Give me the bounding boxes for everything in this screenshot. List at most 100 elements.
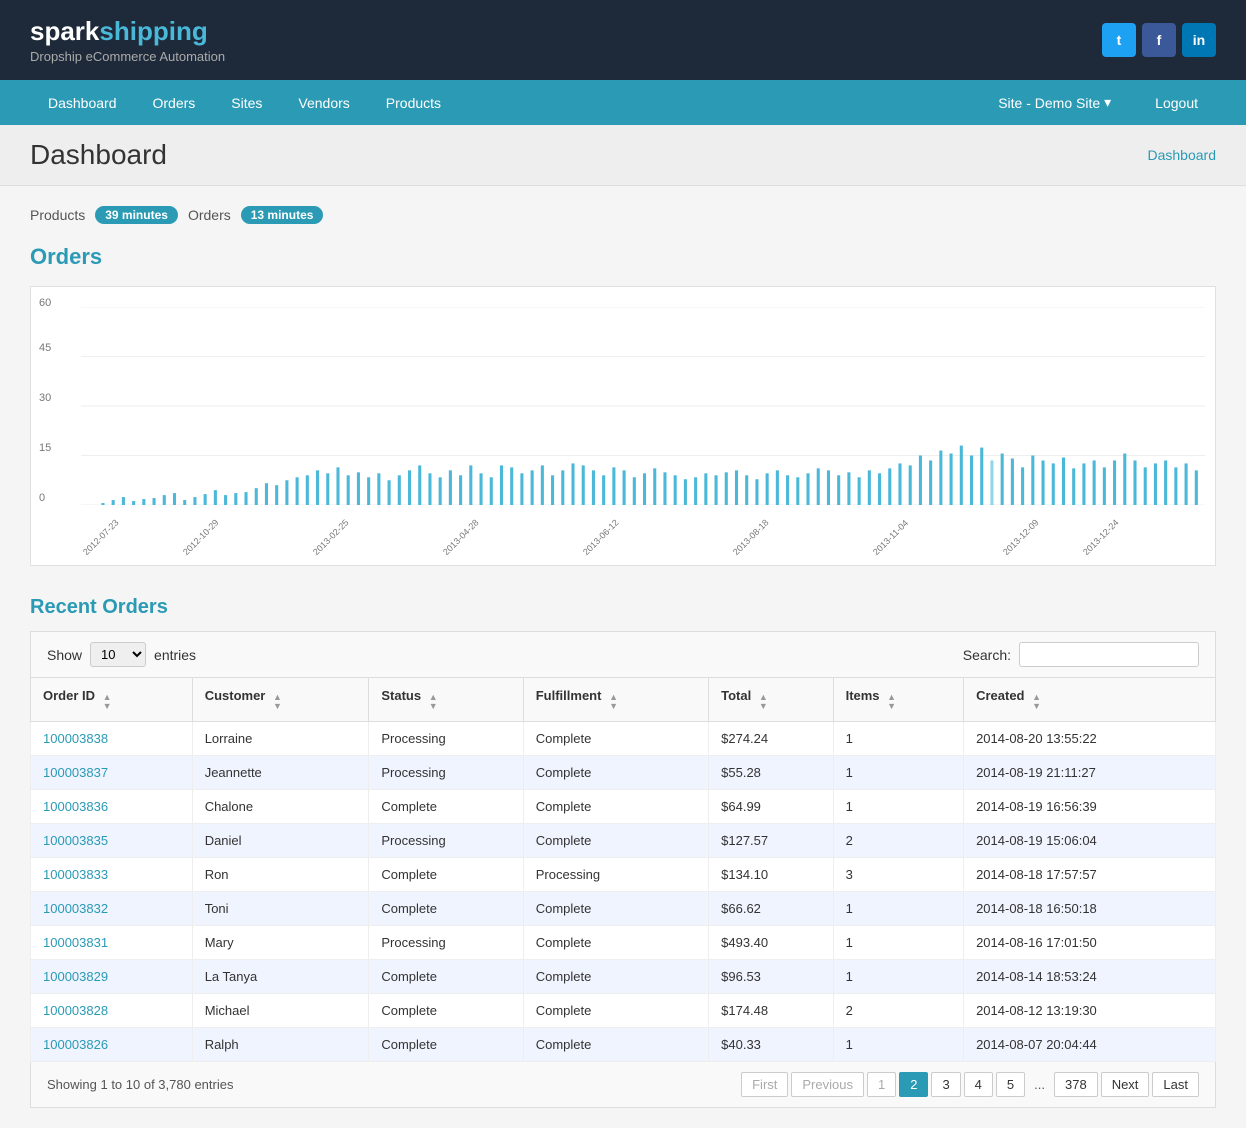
y-label-15: 15 [39,442,51,454]
nav-products[interactable]: Products [368,81,459,125]
pagination-last[interactable]: Last [1152,1072,1199,1097]
pagination-next[interactable]: Next [1101,1072,1150,1097]
pagination-controls: First Previous 1 2 3 4 5 ... 378 Next La… [741,1072,1199,1097]
site-selector[interactable]: Site - Demo Site ▾ [980,80,1129,125]
order-link[interactable]: 100003829 [43,969,108,984]
cell-order-id: 100003837 [31,756,193,790]
cell-order-id: 100003833 [31,858,193,892]
cell-customer: Mary [192,926,369,960]
search-input[interactable] [1019,642,1199,667]
entries-select[interactable]: 10 25 50 100 [90,642,146,667]
x-label-5: 2013-06-12 [581,517,621,557]
cell-order-id: 100003835 [31,824,193,858]
cell-total: $493.40 [709,926,833,960]
cell-order-id: 100003829 [31,960,193,994]
products-sync-badge: 39 minutes [95,206,178,224]
orders-table: Order ID ▲▼ Customer ▲▼ Status ▲▼ Fulfil… [30,677,1216,1062]
twitter-icon[interactable]: t [1102,23,1136,57]
table-header-row: Order ID ▲▼ Customer ▲▼ Status ▲▼ Fulfil… [31,678,1216,722]
order-link[interactable]: 100003835 [43,833,108,848]
logo-spark: spark [30,16,99,46]
cell-items: 2 [833,994,964,1028]
order-link[interactable]: 100003832 [43,901,108,916]
col-items[interactable]: Items ▲▼ [833,678,964,722]
nav-left: Dashboard Orders Sites Vendors Products [30,81,459,125]
cell-fulfillment: Complete [523,892,708,926]
orders-sync-badge: 13 minutes [241,206,324,224]
logout-button[interactable]: Logout [1137,81,1216,125]
cell-customer: Daniel [192,824,369,858]
y-label-45: 45 [39,342,51,354]
cell-fulfillment: Complete [523,1028,708,1062]
cell-items: 1 [833,756,964,790]
cell-items: 2 [833,824,964,858]
order-link[interactable]: 100003836 [43,799,108,814]
nav-orders[interactable]: Orders [135,81,214,125]
x-label-8: 2013-12-09 [1001,517,1041,557]
pagination-previous[interactable]: Previous [791,1072,864,1097]
col-total[interactable]: Total ▲▼ [709,678,833,722]
table-row: 100003829 La Tanya Complete Complete $96… [31,960,1216,994]
cell-customer: Jeannette [192,756,369,790]
pagination-page-4[interactable]: 4 [964,1072,993,1097]
linkedin-icon[interactable]: in [1182,23,1216,57]
cell-total: $64.99 [709,790,833,824]
order-link[interactable]: 100003837 [43,765,108,780]
content: Products 39 minutes Orders 13 minutes Or… [0,186,1246,1128]
cell-customer: La Tanya [192,960,369,994]
cell-order-id: 100003826 [31,1028,193,1062]
cell-total: $274.24 [709,722,833,756]
pagination-page-2[interactable]: 2 [899,1072,928,1097]
order-link[interactable]: 100003828 [43,1003,108,1018]
cell-status: Complete [369,892,523,926]
pagination-last-page[interactable]: 378 [1054,1072,1098,1097]
logo-shipping: shipping [99,16,207,46]
pagination-page-5[interactable]: 5 [996,1072,1025,1097]
nav-dashboard[interactable]: Dashboard [30,81,135,125]
main-nav: Dashboard Orders Sites Vendors Products … [0,80,1246,125]
facebook-icon[interactable]: f [1142,23,1176,57]
order-link[interactable]: 100003826 [43,1037,108,1052]
breadcrumb[interactable]: Dashboard [1148,147,1217,163]
recent-orders-title: Recent Orders [30,596,1216,619]
pagination-ellipsis: ... [1028,1073,1051,1096]
cell-order-id: 100003828 [31,994,193,1028]
pagination-info: Showing 1 to 10 of 3,780 entries [47,1077,233,1092]
col-order-id[interactable]: Order ID ▲▼ [31,678,193,722]
orders-tbody: 100003838 Lorraine Processing Complete $… [31,722,1216,1062]
products-sync-label: Products [30,207,85,223]
col-fulfillment[interactable]: Fulfillment ▲▼ [523,678,708,722]
cell-status: Complete [369,994,523,1028]
cell-status: Processing [369,722,523,756]
nav-vendors[interactable]: Vendors [280,81,367,125]
col-customer[interactable]: Customer ▲▼ [192,678,369,722]
cell-fulfillment: Complete [523,960,708,994]
cell-created: 2014-08-19 21:11:27 [964,756,1216,790]
table-row: 100003836 Chalone Complete Complete $64.… [31,790,1216,824]
cell-total: $127.57 [709,824,833,858]
col-created[interactable]: Created ▲▼ [964,678,1216,722]
cell-fulfillment: Complete [523,994,708,1028]
logo: sparkshipping Dropship eCommerce Automat… [30,16,225,64]
cell-customer: Chalone [192,790,369,824]
pagination-page-3[interactable]: 3 [931,1072,960,1097]
order-link[interactable]: 100003833 [43,867,108,882]
cell-created: 2014-08-20 13:55:22 [964,722,1216,756]
order-link[interactable]: 100003831 [43,935,108,950]
col-status[interactable]: Status ▲▼ [369,678,523,722]
sync-row: Products 39 minutes Orders 13 minutes [30,206,1216,224]
entries-label: entries [154,647,196,663]
y-label-0: 0 [39,492,45,504]
cell-items: 1 [833,722,964,756]
cell-total: $40.33 [709,1028,833,1062]
sort-icon-items: ▲▼ [887,693,896,711]
cell-created: 2014-08-18 17:57:57 [964,858,1216,892]
cell-items: 3 [833,858,964,892]
table-row: 100003832 Toni Complete Complete $66.62 … [31,892,1216,926]
order-link[interactable]: 100003838 [43,731,108,746]
x-label-4: 2013-04-28 [441,517,481,557]
cell-created: 2014-08-19 15:06:04 [964,824,1216,858]
pagination-first[interactable]: First [741,1072,788,1097]
nav-sites[interactable]: Sites [213,81,280,125]
cell-items: 1 [833,790,964,824]
